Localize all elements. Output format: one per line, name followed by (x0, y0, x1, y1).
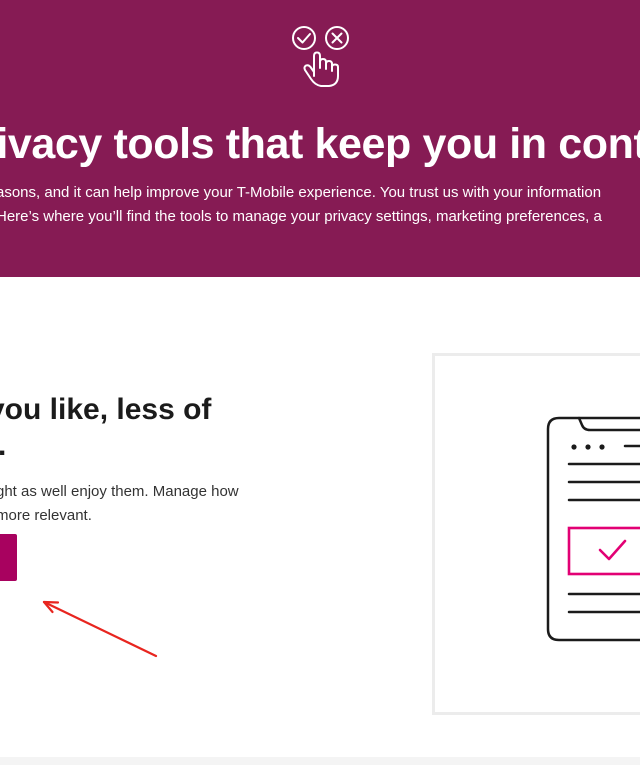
section-description: ght as well enjoy them. Manage how more … (0, 480, 239, 528)
section-description-line-1: ght as well enjoy them. Manage how (0, 483, 239, 500)
hero-description-line-2: Here’s where you’ll find the tools to ma… (0, 208, 602, 225)
section-heading-line-1: you like, less of (0, 393, 212, 426)
privacy-controls-icon (292, 26, 349, 87)
hero-description-line-1: asons, and it can help improve your T-Mo… (0, 184, 602, 201)
section-description-line-2: more relevant. (0, 507, 92, 524)
hero-title: rivacy tools that keep you in contro (0, 120, 640, 168)
manage-preferences-button[interactable] (0, 534, 17, 581)
section-heading: you like, less of t. (0, 392, 288, 464)
footer-strip (0, 757, 640, 765)
red-arrow-annotation (42, 600, 158, 658)
illustration-card (432, 353, 640, 715)
privacy-hero: rivacy tools that keep you in contro aso… (0, 0, 640, 277)
checklist-document-icon (546, 416, 640, 642)
section-heading-line-2: t. (0, 428, 288, 464)
privacy-page: rivacy tools that keep you in contro aso… (0, 0, 640, 765)
